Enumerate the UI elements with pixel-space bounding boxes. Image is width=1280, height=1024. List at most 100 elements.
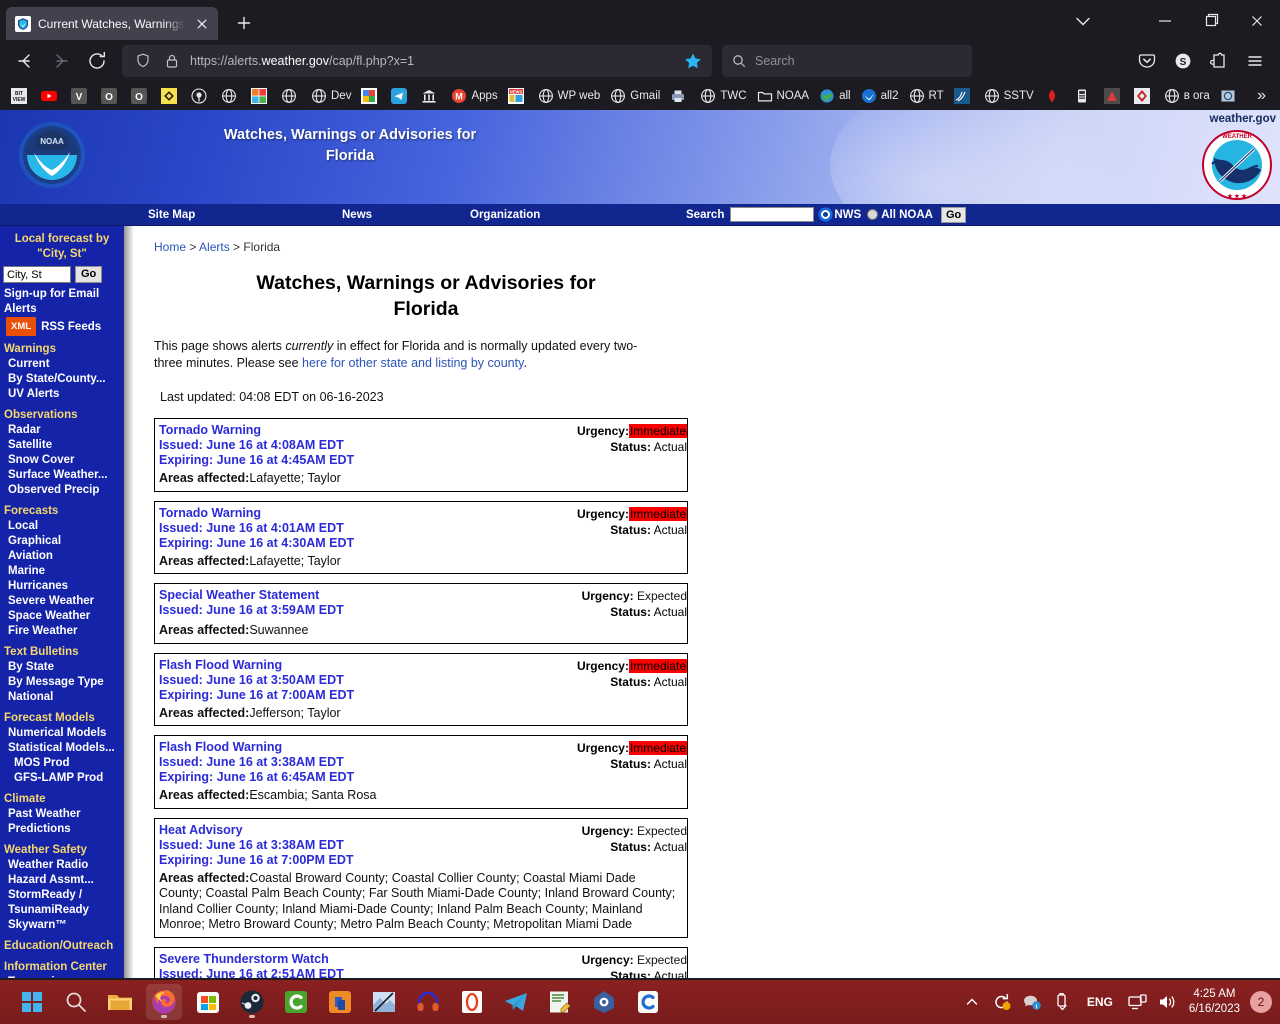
bookmark-item[interactable] <box>356 84 386 108</box>
bookmark-item[interactable] <box>1129 84 1159 108</box>
alert-item[interactable]: Severe Thunderstorm Watch Issued: June 1… <box>154 946 688 978</box>
city-input[interactable]: City, St <box>3 266 71 283</box>
bookmark-item-boga[interactable]: в ога <box>1159 84 1215 108</box>
radio-nws-button[interactable] <box>820 209 832 220</box>
close-window-icon[interactable] <box>1234 6 1280 36</box>
bookmark-item[interactable] <box>156 84 186 108</box>
sidebar-item-tsunamis[interactable]: Tsunamis <box>0 975 124 978</box>
reload-icon[interactable] <box>80 45 114 77</box>
bookmark-item-wpweb[interactable]: WP web <box>533 84 606 108</box>
bookmark-item[interactable] <box>416 84 446 108</box>
c-blue-icon[interactable] <box>630 984 666 1020</box>
sidebar-item-hurricanes[interactable]: Hurricanes <box>0 579 124 594</box>
city-go-button[interactable]: Go <box>75 266 103 283</box>
bookmark-item[interactable] <box>665 84 695 108</box>
bookmark-item[interactable] <box>186 84 216 108</box>
bookmark-item[interactable] <box>216 84 246 108</box>
microsoft-store-icon[interactable] <box>190 984 226 1020</box>
bookmark-item[interactable] <box>949 84 979 108</box>
clock[interactable]: 4:25 AM 6/16/2023 <box>1183 987 1248 1017</box>
bookmark-item[interactable] <box>386 84 416 108</box>
sidebar-item-predictions[interactable]: Predictions <box>0 822 124 837</box>
sidebar-item-by-state[interactable]: By State <box>0 660 124 675</box>
chevron-down-icon[interactable] <box>1060 6 1106 36</box>
search-icon[interactable] <box>58 984 94 1020</box>
sidebar-item-stormready[interactable]: StormReady / <box>0 888 124 903</box>
bookmark-item-apps[interactable]: M Apps <box>446 84 502 108</box>
close-icon[interactable] <box>192 14 212 34</box>
sidebar-item-past-weather[interactable]: Past Weather <box>0 807 124 822</box>
bookmark-item[interactable]: NEWS <box>503 84 533 108</box>
nws-logo-icon[interactable]: WEATHER ★ ★ ★ <box>1200 128 1274 202</box>
rss-feeds-link[interactable]: XML RSS Feeds <box>0 317 124 336</box>
notepad-icon[interactable] <box>542 984 578 1020</box>
alert-item[interactable]: Flash Flood Warning Issued: June 16 at 3… <box>154 652 688 726</box>
usb-icon[interactable] <box>1047 980 1077 1024</box>
noaa-logo-icon[interactable]: NOAA <box>14 117 90 193</box>
sidebar-item-snow-cover[interactable]: Snow Cover <box>0 453 124 468</box>
breadcrumb-alerts[interactable]: Alerts <box>199 240 230 254</box>
sidebar-item-aviation[interactable]: Aviation <box>0 549 124 564</box>
sidebar-item-statistical-models[interactable]: Statistical Models... <box>0 741 124 756</box>
alert-title[interactable]: Severe Thunderstorm Watch <box>159 952 576 967</box>
sidebar-item-graphical[interactable]: Graphical <box>0 534 124 549</box>
bookmark-item[interactable]: V <box>66 84 96 108</box>
telegram-icon[interactable] <box>498 984 534 1020</box>
sidebar-item-tsunamiready[interactable]: TsunamiReady <box>0 903 124 918</box>
sidebar-item-satellite[interactable]: Satellite <box>0 438 124 453</box>
radio-nws[interactable]: NWS <box>820 209 861 221</box>
language-indicator[interactable]: ENG <box>1077 995 1123 1009</box>
alert-title[interactable]: Flash Flood Warning <box>159 740 571 755</box>
bookmark-item[interactable]: O <box>126 84 156 108</box>
extensions-icon[interactable] <box>1202 45 1236 77</box>
steam-icon[interactable] <box>234 984 270 1020</box>
bookmark-item[interactable]: BIT VIEW <box>6 84 36 108</box>
bookmark-item[interactable]: O <box>96 84 126 108</box>
sidebar-item-space-weather[interactable]: Space Weather <box>0 609 124 624</box>
alert-title[interactable]: Flash Flood Warning <box>159 658 571 673</box>
blender-icon[interactable] <box>586 984 622 1020</box>
sidebar-item-uv-alerts[interactable]: UV Alerts <box>0 387 124 402</box>
browser-tab[interactable]: Current Watches, Warnings and ... <box>6 7 218 40</box>
volume-icon[interactable] <box>1153 980 1183 1024</box>
update-icon[interactable] <box>987 980 1017 1024</box>
pocket-icon[interactable] <box>1130 45 1164 77</box>
lock-icon[interactable] <box>162 51 182 71</box>
bookmark-item-gmail[interactable]: Gmail <box>605 84 665 108</box>
bookmark-item[interactable] <box>1099 84 1129 108</box>
nav-organization[interactable]: Organization <box>470 209 540 221</box>
radio-all-noaa[interactable]: All NOAA <box>867 209 933 221</box>
app-menu-icon[interactable] <box>1238 45 1272 77</box>
maximize-icon[interactable] <box>1188 6 1234 36</box>
radio-all-noaa-button[interactable] <box>867 209 879 220</box>
bookmark-item-dev[interactable]: Dev <box>306 84 356 108</box>
bookmark-item[interactable] <box>1069 84 1099 108</box>
office-icon[interactable] <box>322 984 358 1020</box>
sidebar-item-by-state-county[interactable]: By State/County... <box>0 372 124 387</box>
star-icon[interactable] <box>680 48 706 74</box>
sidebar-item-by-message-type[interactable]: By Message Type <box>0 675 124 690</box>
sidebar-item-current[interactable]: Current <box>0 357 124 372</box>
sidebar-item-surface-weather[interactable]: Surface Weather... <box>0 468 124 483</box>
c-green-icon[interactable] <box>278 984 314 1020</box>
intro-link[interactable]: here for other state and listing by coun… <box>302 356 523 370</box>
bookmark-item-all[interactable]: all <box>814 84 856 108</box>
map-editor-icon[interactable] <box>366 984 402 1020</box>
alert-item[interactable]: Heat Advisory Issued: June 16 at 3:38AM … <box>154 817 688 938</box>
sidebar-item-weather-radio[interactable]: Weather Radio <box>0 858 124 873</box>
sidebar-group-title[interactable]: Education/Outreach <box>0 933 124 954</box>
bookmark-item-sstv[interactable]: SSTV <box>979 84 1039 108</box>
start-icon[interactable] <box>14 984 50 1020</box>
bookmark-item[interactable] <box>1215 84 1245 108</box>
firefox-icon[interactable] <box>146 984 182 1020</box>
bookmark-item-twc[interactable]: TWC <box>695 84 751 108</box>
bookmark-item-all2[interactable]: all2 <box>856 84 904 108</box>
new-tab-button[interactable] <box>230 9 258 37</box>
network-icon[interactable] <box>1123 980 1153 1024</box>
back-arrow-icon[interactable] <box>8 45 42 77</box>
address-bar[interactable]: https://alerts.weather.gov/cap/fl.php?x=… <box>122 45 712 77</box>
sidebar-item-mos-prod[interactable]: MOS Prod <box>0 756 124 771</box>
browser-search-bar[interactable]: Search <box>722 45 972 77</box>
alert-title[interactable]: Tornado Warning <box>159 423 571 438</box>
alert-title[interactable]: Tornado Warning <box>159 506 571 521</box>
